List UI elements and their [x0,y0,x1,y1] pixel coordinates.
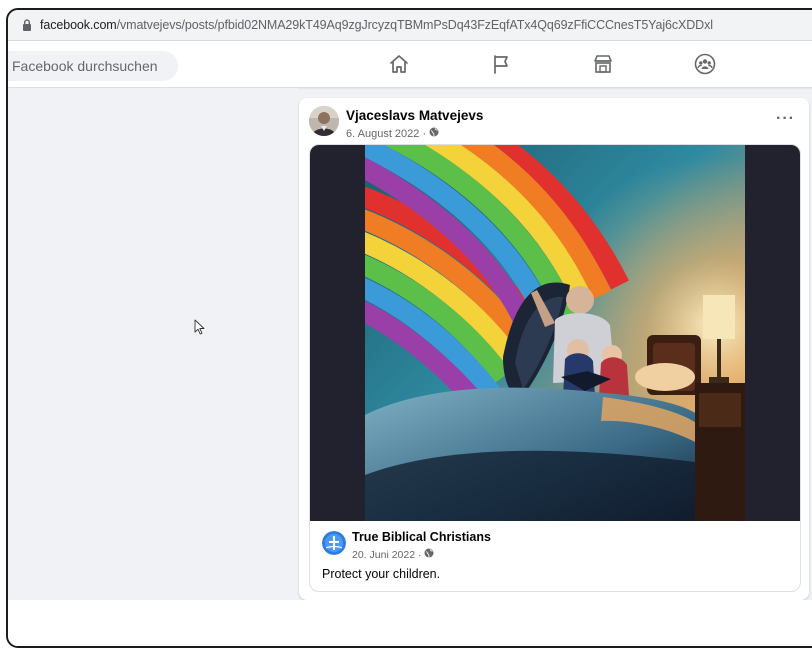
shared-meta: 20. Juni 2022 · [352,548,434,561]
marketplace-icon[interactable] [592,53,614,75]
groups-icon[interactable] [694,53,716,75]
url-host: facebook.com [40,18,117,32]
shared-post-text: Protect your children. [322,567,441,581]
shared-page-name[interactable]: True Biblical Christians [352,530,491,544]
browser-window: facebook.com/vmatvejevs/posts/pfbid02NMA… [6,8,812,648]
post-author-name[interactable]: Vjaceslavs Matvejevs [346,108,483,123]
lock-icon[interactable] [22,19,32,31]
shared-post[interactable]: True Biblical Christians 20. Juni 2022 ·… [309,144,801,592]
more-icon[interactable]: ··· [776,111,795,127]
post-meta: 6. August 2022 · [346,127,439,140]
url-path: /vmatvejevs/posts/pfbid02NMA29kT49Aq9zgJ… [116,18,713,32]
post-card: Vjaceslavs Matvejevs 6. August 2022 · ··… [299,98,809,600]
facebook-top-bar [8,41,812,87]
left-empty-area [8,88,298,598]
address-bar[interactable]: facebook.com/vmatvejevs/posts/pfbid02NMA… [8,10,812,41]
author-avatar[interactable] [309,106,339,136]
globe-icon[interactable] [424,548,434,561]
search-input[interactable] [8,51,178,81]
home-icon[interactable] [388,53,410,75]
bottom-area [8,600,812,646]
shared-date[interactable]: 20. Juni 2022 · [352,549,421,561]
globe-icon[interactable] [429,127,439,140]
post-header: Vjaceslavs Matvejevs 6. August 2022 · ··… [309,106,799,142]
pages-flag-icon[interactable] [490,53,512,75]
cursor-icon [194,319,206,340]
url-text[interactable]: facebook.com/vmatvejevs/posts/pfbid02NMA… [40,18,713,32]
post-date[interactable]: 6. August 2022 · [346,128,426,140]
shared-page-avatar[interactable] [322,531,346,555]
post-image[interactable] [310,145,800,521]
